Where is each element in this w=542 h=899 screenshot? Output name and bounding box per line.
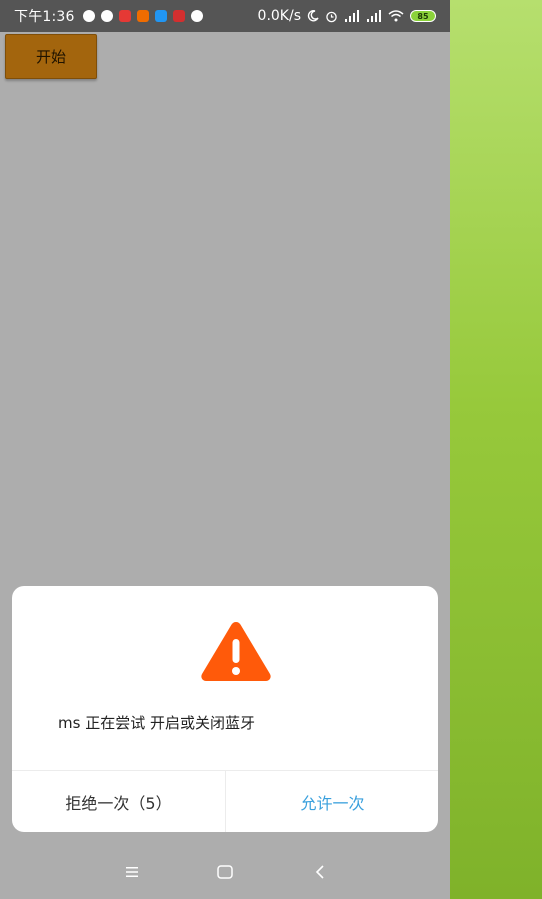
- wifi-icon: [388, 10, 404, 22]
- start-button[interactable]: 开始: [5, 34, 97, 79]
- network-speed: 0.0K/s: [257, 8, 301, 24]
- battery-icon: 85: [410, 10, 436, 22]
- navigation-bar: [0, 843, 450, 899]
- deny-button[interactable]: 拒绝一次（5）: [12, 771, 225, 832]
- red-app-icon: [118, 10, 131, 22]
- warning-icon: [201, 622, 271, 681]
- shield-icon: [82, 10, 95, 22]
- red-white-app-icon: [172, 10, 185, 22]
- home-icon[interactable]: [213, 861, 237, 883]
- signal-icon: [345, 10, 359, 22]
- app-icon: [100, 10, 113, 22]
- dialog-message: ms 正在尝试 开启或关闭蓝牙: [58, 714, 255, 732]
- moon-icon: [307, 10, 319, 22]
- status-bar: 下午1:36 0.0K/s 85: [0, 0, 450, 32]
- blue-app-icon: [154, 10, 167, 22]
- notification-icons: [82, 10, 203, 22]
- orange-app-icon: [136, 10, 149, 22]
- alarm-icon: [326, 11, 337, 22]
- phone-screen: 下午1:36 0.0K/s 85 开始 ms 正在尝试 开启或关闭蓝牙 拒绝一次…: [0, 0, 450, 899]
- allow-button[interactable]: 允许一次: [226, 771, 438, 832]
- status-right: 0.0K/s 85: [258, 8, 436, 24]
- status-time: 下午1:36: [14, 9, 75, 25]
- back-icon[interactable]: [308, 861, 332, 883]
- permission-dialog: ms 正在尝试 开启或关闭蓝牙 拒绝一次（5） 允许一次: [12, 586, 438, 832]
- menu-icon[interactable]: [120, 861, 144, 883]
- signal-icon-2: [367, 10, 381, 22]
- circle-app-icon: [190, 10, 203, 22]
